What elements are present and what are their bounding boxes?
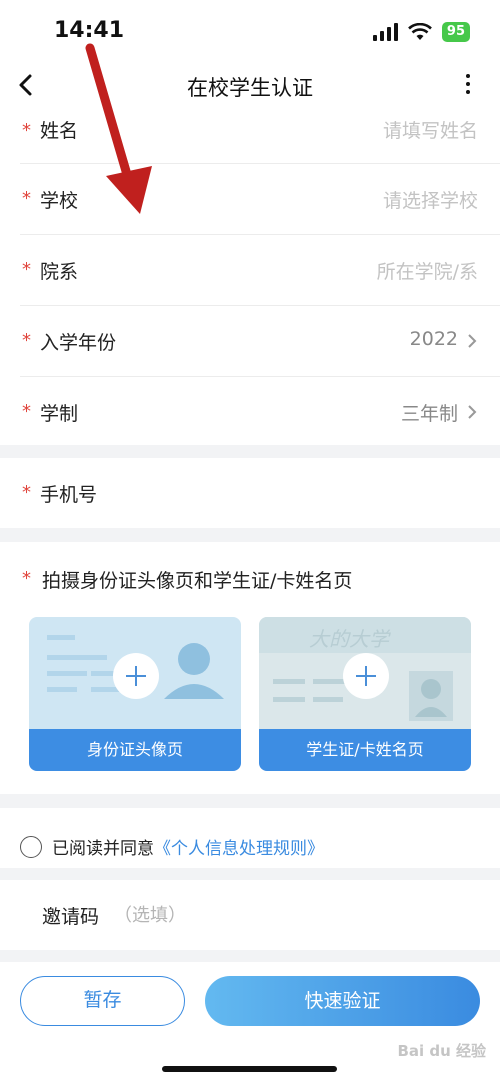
id-card-upload[interactable]: 身份证头像页	[29, 617, 241, 771]
department-label: 院系	[40, 261, 79, 283]
duration-value[interactable]: 三年制	[401, 399, 458, 426]
school-label: 学校	[40, 190, 79, 212]
wifi-icon	[408, 23, 432, 40]
enroll-year-row[interactable]: * 入学年份 2022	[20, 306, 500, 377]
id-card-caption: 身份证头像页	[29, 729, 241, 771]
required-mark: *	[22, 330, 31, 351]
photo-title: 拍摄身份证头像页和学生证/卡姓名页	[42, 570, 353, 592]
status-time: 14:41	[54, 18, 125, 43]
status-icons: 95	[372, 22, 470, 42]
required-mark: *	[22, 120, 31, 141]
verify-button[interactable]: 快速验证	[205, 976, 480, 1026]
agreement-label: 已阅读并同意	[52, 839, 154, 859]
nav-bar: 在校学生认证	[0, 62, 500, 110]
watermark: Bai du 经验	[397, 1042, 486, 1060]
more-icon[interactable]	[458, 70, 478, 100]
student-card-upload[interactable]: 大的大学 学生证/卡姓名页	[259, 617, 471, 771]
plus-icon[interactable]	[343, 653, 389, 699]
department-row[interactable]: * 院系 所在学院/系	[20, 235, 500, 306]
department-input[interactable]: 所在学院/系	[377, 257, 478, 284]
student-card-caption: 学生证/卡姓名页	[259, 729, 471, 771]
enroll-year-label: 入学年份	[40, 332, 117, 354]
required-mark: *	[22, 188, 31, 209]
required-mark: *	[22, 482, 31, 503]
agree-checkbox[interactable]	[20, 836, 42, 858]
save-button[interactable]: 暂存	[20, 976, 185, 1026]
name-input[interactable]: 请填写姓名	[383, 116, 478, 143]
form-card: * 姓名 请填写姓名 * 学校 请选择学校 * 院系 所在学院/系 * 入学年份…	[0, 110, 500, 445]
battery-icon: 95	[441, 22, 470, 42]
name-label: 姓名	[40, 120, 79, 142]
phone-card: * 手机号	[0, 458, 500, 528]
plus-icon[interactable]	[113, 653, 159, 699]
agreement-text: 已阅读并同意《个人信息处理规则》	[52, 834, 324, 859]
photo-card: * 拍摄身份证头像页和学生证/卡姓名页 身份证头像页 大的大学 学生证/卡姓名页	[0, 542, 500, 794]
invite-label: 邀请码	[42, 906, 100, 928]
phone-row[interactable]: * 手机号	[20, 458, 500, 529]
required-mark: *	[22, 568, 31, 589]
privacy-rules-link[interactable]: 《个人信息处理规则》	[154, 839, 324, 859]
name-row[interactable]: * 姓名 请填写姓名	[20, 110, 500, 164]
school-row[interactable]: * 学校 请选择学校	[20, 164, 500, 235]
chevron-right-icon	[468, 334, 477, 348]
signal-icon	[372, 23, 398, 41]
school-select[interactable]: 请选择学校	[383, 186, 478, 213]
footer: 暂存 快速验证 Bai du 经验	[0, 962, 500, 1083]
home-indicator	[162, 1066, 337, 1072]
duration-label: 学制	[40, 403, 79, 425]
page-title: 在校学生认证	[187, 76, 313, 100]
duration-row[interactable]: * 学制 三年制	[20, 377, 500, 448]
required-mark: *	[22, 401, 31, 422]
invite-card: 邀请码	[0, 880, 500, 950]
student-card-text: 大的大学	[309, 627, 389, 651]
chevron-right-icon	[468, 405, 477, 419]
enroll-year-value[interactable]: 2022	[410, 328, 458, 350]
required-mark: *	[22, 259, 31, 280]
invite-input[interactable]	[114, 900, 454, 930]
phone-label: 手机号	[40, 484, 98, 506]
agreement-card: 已阅读并同意《个人信息处理规则》	[0, 808, 500, 868]
status-bar: 14:41 95	[0, 0, 500, 62]
